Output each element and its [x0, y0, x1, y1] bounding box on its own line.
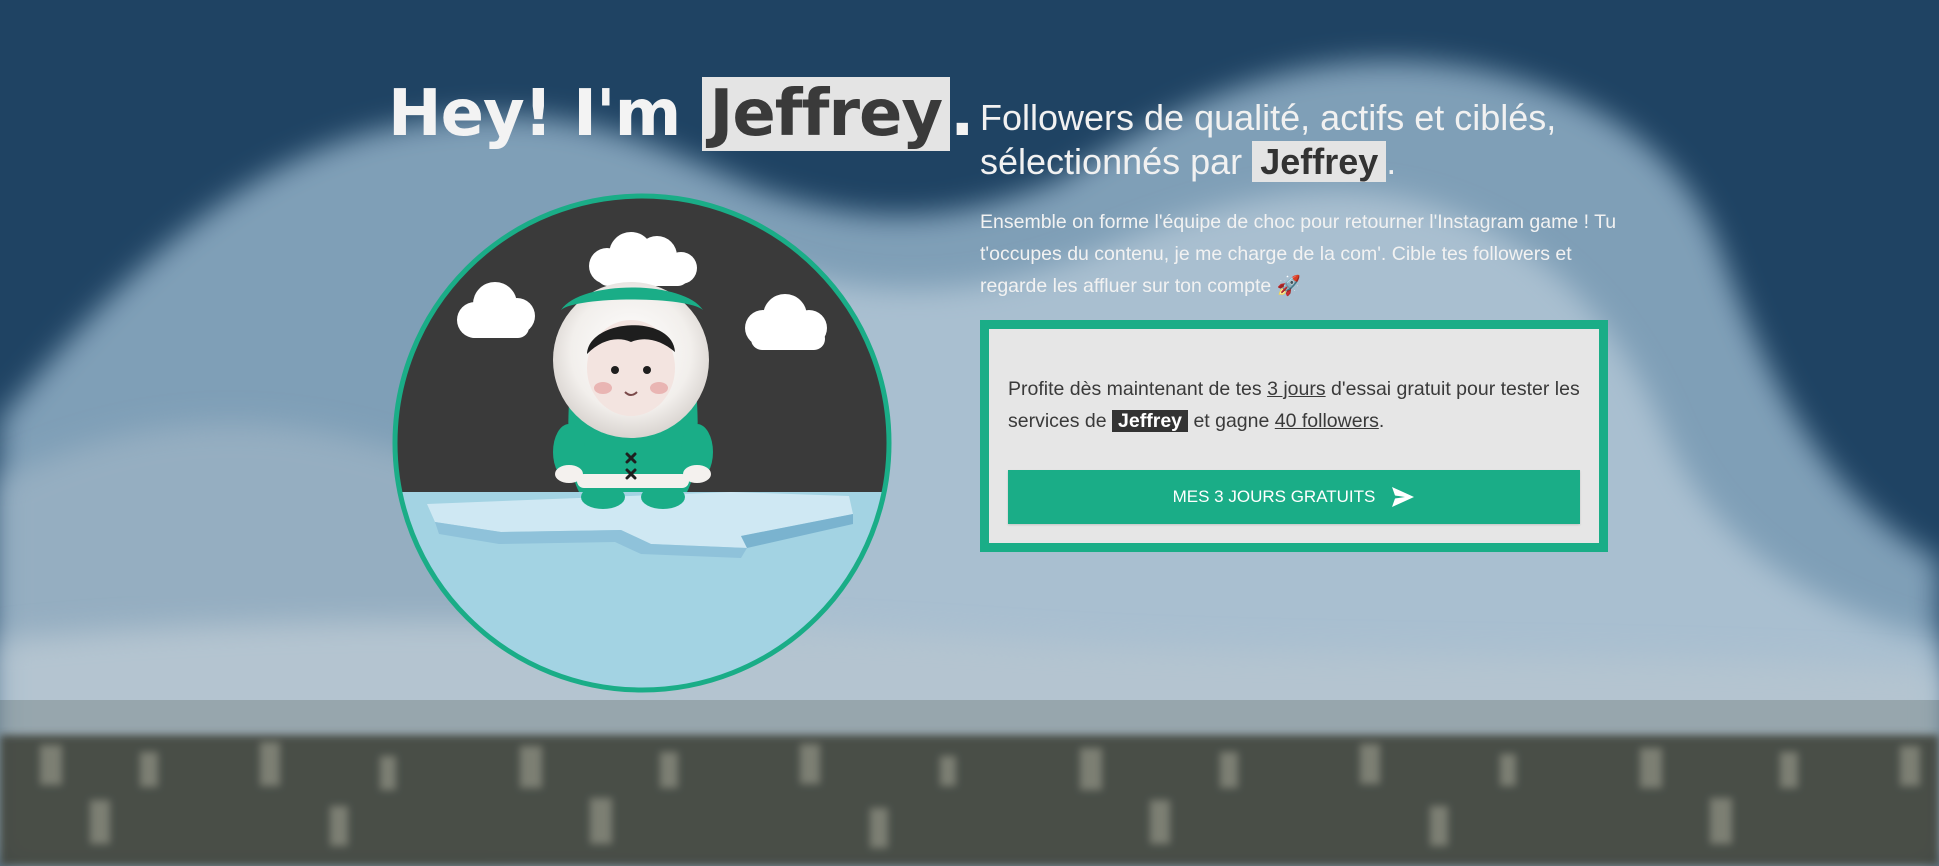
headline-name-highlight: Jeffrey — [1252, 141, 1387, 182]
cta-label: MES 3 JOURS GRATUITS — [1172, 487, 1376, 506]
trial-text-part3: et gagne — [1193, 410, 1270, 432]
trial-days-link[interactable]: 3 jours — [1267, 378, 1326, 400]
free-trial-card: Profite dès maintenant de tes 3 jours d'… — [980, 320, 1608, 552]
rocket-icon: 🚀 — [1276, 275, 1301, 297]
title-prefix: Hey! I'm — [388, 77, 681, 151]
eskimo-illustration — [392, 193, 892, 693]
start-free-trial-button[interactable]: MES 3 JOURS GRATUITS — [1008, 470, 1580, 524]
intro-paragraph: Ensemble on forme l'équipe de choc pour … — [980, 206, 1620, 302]
headline-line2: sélectionnés par — [980, 141, 1243, 182]
page-title: Hey! I'm Jeffrey. — [388, 72, 974, 156]
jeffrey-avatar — [391, 192, 893, 694]
title-name-highlight: Jeffrey — [701, 77, 951, 151]
headline-line1: Followers de qualité, actifs et ciblés, — [980, 97, 1557, 138]
trial-description: Profite dès maintenant de tes 3 jours d'… — [1008, 373, 1588, 437]
trial-text-part4: . — [1378, 410, 1385, 432]
headline-suffix: . — [1386, 141, 1397, 182]
trial-followers-link[interactable]: 40 followers — [1275, 410, 1379, 432]
trial-text-part1: Profite dès maintenant de tes — [1008, 378, 1262, 400]
send-icon — [1392, 487, 1415, 507]
trial-brand-highlight: Jeffrey — [1112, 410, 1189, 432]
title-suffix: . — [950, 77, 974, 151]
headline: Followers de qualité, actifs et ciblés, s… — [980, 96, 1620, 184]
hero-section: Hey! I'm Jeffrey. Followers de qualité, … — [0, 0, 1939, 866]
